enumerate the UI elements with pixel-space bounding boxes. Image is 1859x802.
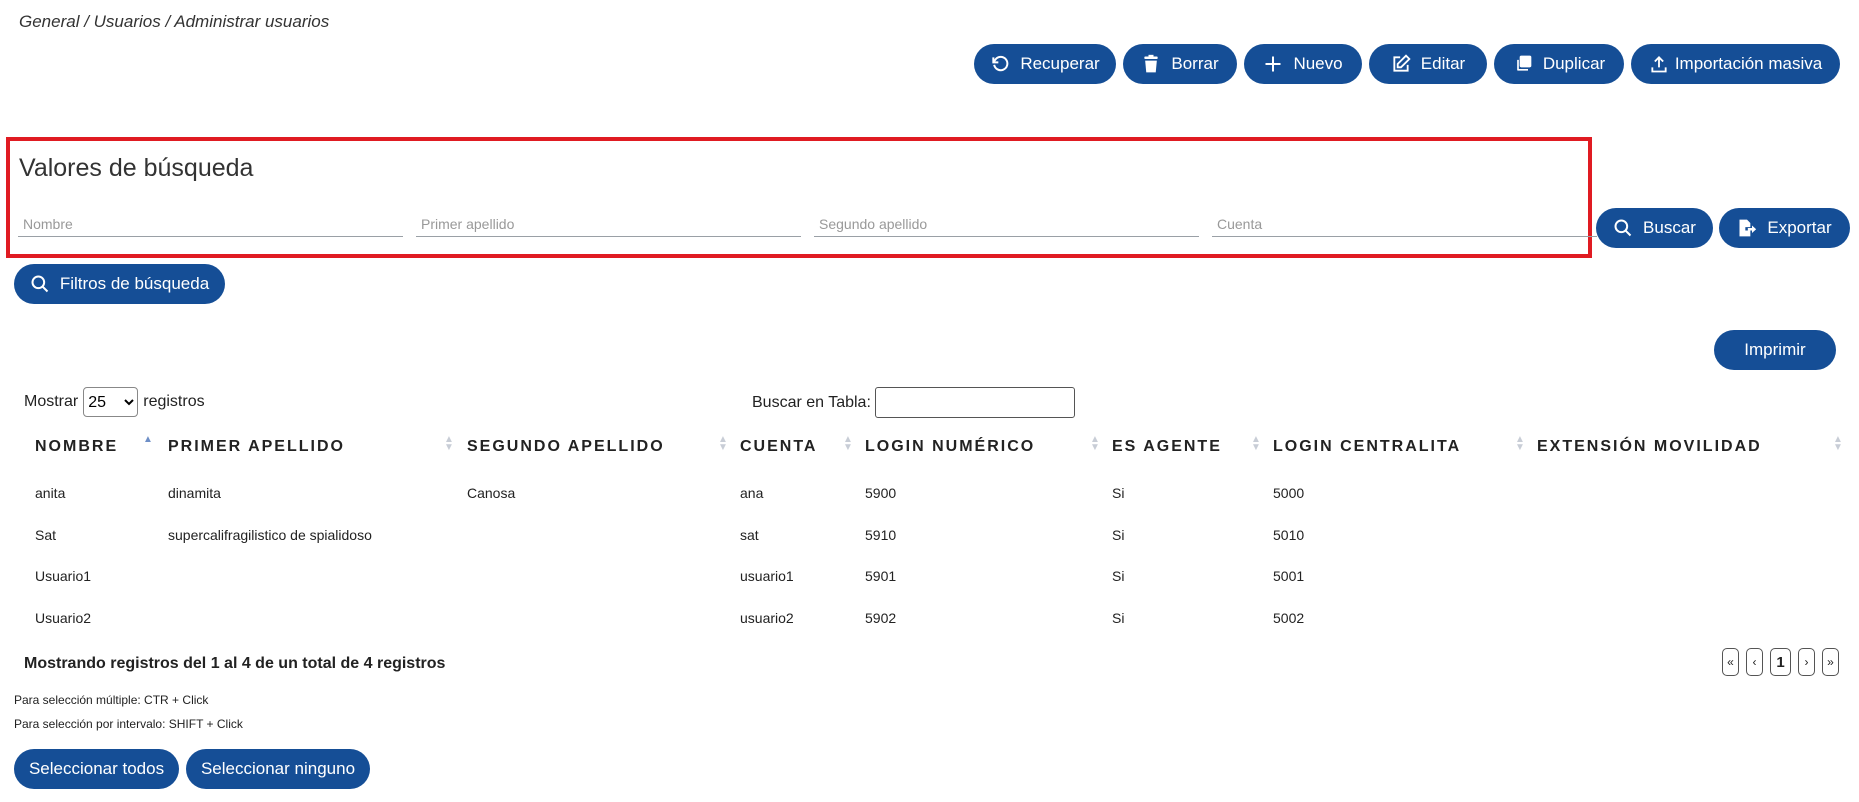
new-button[interactable]: Nuevo [1244, 44, 1362, 84]
next-page-button[interactable]: › [1798, 648, 1815, 676]
search-label: Buscar [1643, 218, 1696, 237]
cell-switchboard-login: 5001 [1273, 568, 1305, 584]
sort-icon: ▲ ▼ [1515, 434, 1525, 453]
cell-first-surname: supercalifragilistico de spialidoso [168, 527, 372, 543]
search-filters-label: Filtros de búsqueda [59, 274, 210, 293]
search-values-panel: Valores de búsqueda [6, 137, 1597, 258]
search-icon [1614, 219, 1632, 237]
sort-icon: ▲ ▼ [843, 434, 853, 453]
column-header-mobility-extension[interactable]: Extensión movilidad [1537, 438, 1762, 456]
cell-account: usuario1 [740, 568, 794, 584]
search-actions: Buscar Exportar [1596, 208, 1850, 248]
table-search-input[interactable] [874, 387, 1075, 418]
bulk-import-button[interactable]: Importación masiva [1631, 44, 1840, 84]
cell-numeric-login: 5900 [865, 485, 897, 501]
first-page-button[interactable]: « [1722, 648, 1739, 676]
edit-icon [1393, 54, 1411, 72]
multi-select-hint: Para selección múltiple: CTR + Click [14, 693, 209, 707]
cell-switchboard-login: 5000 [1273, 485, 1305, 501]
cell-switchboard-login: 5002 [1273, 610, 1305, 626]
search-icon [31, 275, 49, 293]
cell-first-surname: dinamita [168, 485, 221, 501]
export-label: Exportar [1767, 218, 1832, 237]
undo-icon [992, 55, 1009, 72]
cell-numeric-login: 5902 [865, 610, 897, 626]
recover-label: Recuperar [1020, 54, 1100, 73]
copy-icon [1516, 55, 1532, 71]
account-input[interactable] [1212, 211, 1597, 237]
sort-icon: ▲ ▼ [1251, 434, 1261, 453]
search-filters-button[interactable]: Filtros de búsqueda [14, 264, 225, 304]
sort-icon: ▲ ▼ [444, 434, 454, 453]
file-export-icon [1739, 219, 1757, 237]
edit-button[interactable]: Editar [1369, 44, 1487, 84]
cell-numeric-login: 5901 [865, 568, 897, 584]
cell-is-agent: Si [1112, 527, 1125, 543]
table-search-label: Buscar en Tabla: [752, 393, 871, 411]
page-length-control: Mostrar 25 registros [24, 387, 205, 417]
search-button[interactable]: Buscar [1596, 208, 1713, 248]
sort-icon: ▲ ▼ [718, 434, 728, 453]
table-info: Mostrando registros del 1 al 4 de un tot… [24, 655, 446, 672]
cell-second-surname: Canosa [467, 485, 516, 501]
cell-name: Sat [35, 527, 57, 543]
toolbar: Recuperar Borrar Nuevo Editar Duplicar I… [974, 44, 1840, 84]
page-1-button[interactable]: 1 [1770, 648, 1791, 676]
breadcrumb: General / Usuarios / Administrar usuario… [19, 12, 330, 31]
delete-label: Borrar [1171, 54, 1219, 73]
upload-icon [1651, 56, 1667, 73]
column-header-numeric-login[interactable]: Login numérico [865, 438, 1035, 456]
search-values-title: Valores de búsqueda [19, 154, 254, 182]
cell-is-agent: Si [1112, 568, 1125, 584]
cell-numeric-login: 5910 [865, 527, 897, 543]
range-select-hint: Para selección por intervalo: SHIFT + Cl… [14, 717, 243, 731]
cell-is-agent: Si [1112, 610, 1125, 626]
select-none-button[interactable]: Seleccionar ninguno [186, 749, 370, 789]
show-label: Mostrar [24, 393, 79, 410]
sort-icon: ▲ ▼ [1090, 434, 1100, 453]
sort-asc-icon: ▲ [143, 434, 153, 445]
cell-account: sat [740, 527, 759, 543]
duplicate-label: Duplicar [1542, 54, 1606, 73]
cell-name: Usuario2 [35, 610, 92, 626]
trash-icon [1144, 54, 1159, 73]
delete-button[interactable]: Borrar [1123, 44, 1237, 84]
bulk-import-label: Importación masiva [1674, 54, 1823, 73]
export-button[interactable]: Exportar [1719, 208, 1850, 248]
column-header-second-surname[interactable]: Segundo apellido [467, 438, 665, 456]
cell-is-agent: Si [1112, 485, 1125, 501]
duplicate-button[interactable]: Duplicar [1494, 44, 1624, 84]
last-page-button[interactable]: » [1822, 648, 1839, 676]
print-button[interactable]: Imprimir [1714, 330, 1836, 370]
cell-switchboard-login: 5010 [1273, 527, 1305, 543]
records-label: registros [143, 393, 205, 410]
column-header-is-agent[interactable]: Es agente [1112, 438, 1222, 456]
column-header-account[interactable]: Cuenta [740, 438, 817, 456]
name-input[interactable] [18, 211, 403, 237]
prev-page-button[interactable]: ‹ [1746, 648, 1763, 676]
cell-name: anita [35, 485, 66, 501]
cell-account: usuario2 [740, 610, 794, 626]
select-all-button[interactable]: Seleccionar todos [14, 749, 179, 789]
table-search: Buscar en Tabla: [752, 387, 1075, 418]
page-length-select[interactable]: 25 [83, 387, 139, 417]
cell-account: ana [740, 485, 764, 501]
column-header-switchboard-login[interactable]: Login centralita [1273, 438, 1461, 456]
sort-icon: ▲ ▼ [1833, 434, 1843, 453]
column-header-first-surname[interactable]: Primer apellido [168, 438, 345, 456]
first-surname-input[interactable] [416, 211, 801, 237]
edit-label: Editar [1420, 54, 1466, 73]
cell-name: Usuario1 [35, 568, 92, 584]
new-label: Nuevo [1293, 54, 1343, 73]
column-header-name[interactable]: Nombre [35, 438, 118, 456]
pagination: « ‹ 1 › » [1722, 648, 1839, 676]
second-surname-input[interactable] [814, 211, 1199, 237]
selection-actions: Seleccionar todos Seleccionar ninguno [14, 749, 370, 789]
plus-icon [1265, 56, 1281, 72]
recover-button[interactable]: Recuperar [974, 44, 1116, 84]
